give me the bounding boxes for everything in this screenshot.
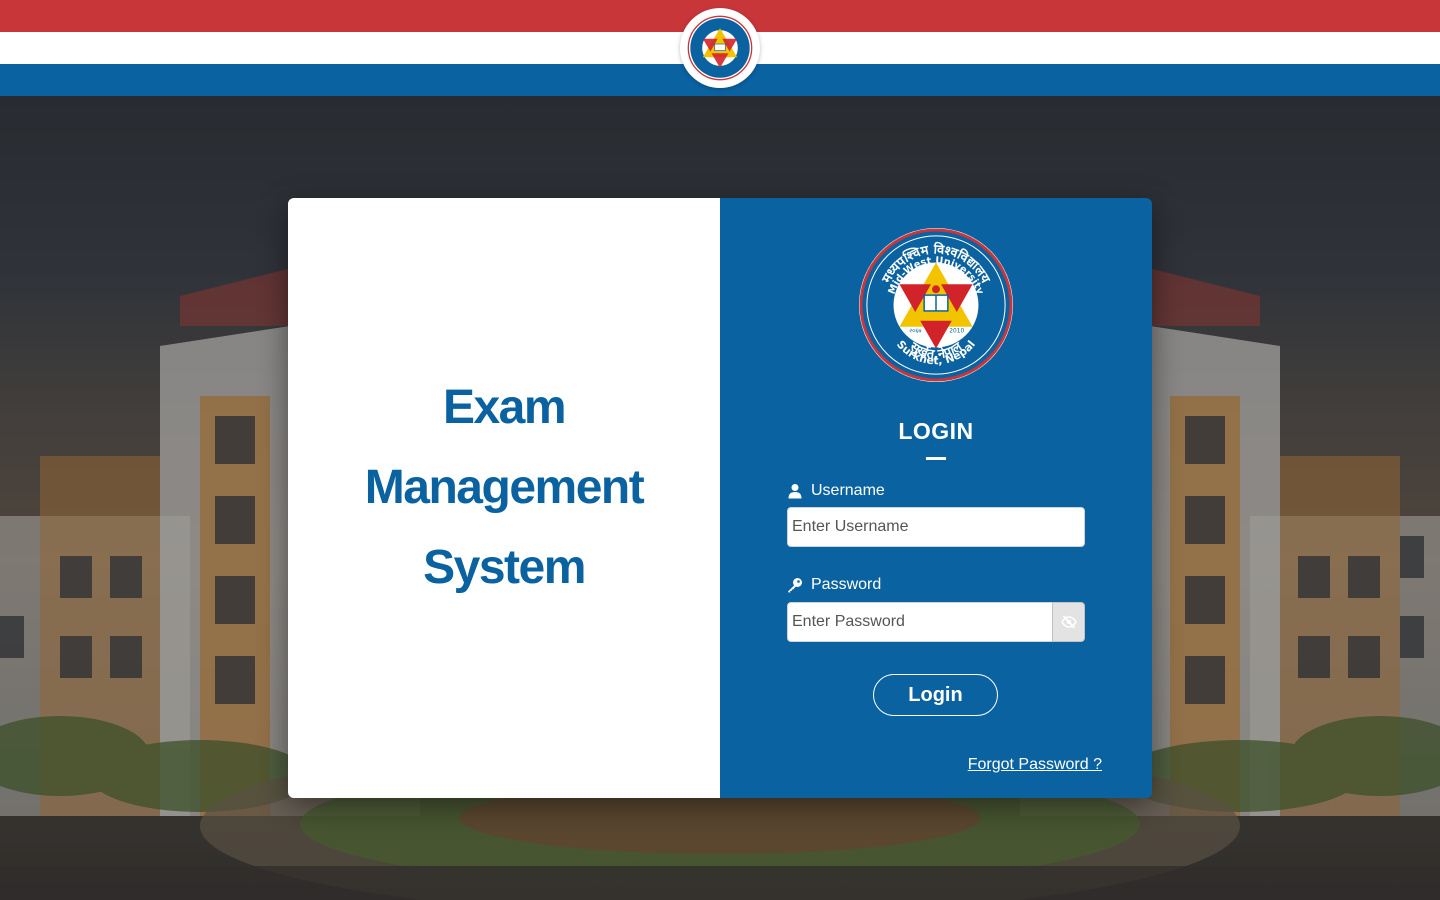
username-label: Username: [787, 482, 885, 500]
app-title-panel: Exam Management System: [288, 198, 720, 798]
app-title-line-3: System: [423, 541, 586, 594]
seal-year: 2010: [949, 329, 964, 335]
username-input[interactable]: [787, 507, 1085, 547]
login-heading: LOGIN: [898, 418, 974, 444]
university-seal-icon: मध्यपश्चिम विश्वविद्यालय Mid-West Univer…: [858, 227, 1014, 383]
login-panel: मध्यपश्चिम विश्वविद्यालय Mid-West Univer…: [720, 198, 1152, 798]
eye-slash-icon: [1060, 615, 1077, 629]
forgot-password-link[interactable]: Forgot Password ?: [968, 756, 1102, 774]
seal-year-nepali: २०६७: [909, 329, 921, 335]
password-input[interactable]: [787, 602, 1053, 642]
login-card: Exam Management System मध्यपश्चिम विश्वव…: [288, 198, 1152, 798]
user-icon: [788, 484, 802, 499]
key-icon: [788, 578, 802, 593]
app-title-line-1: Exam: [442, 381, 567, 434]
username-label-text: Username: [811, 482, 885, 499]
university-seal-icon: [687, 15, 753, 81]
password-label: Password: [787, 576, 881, 594]
login-heading-underline: [926, 457, 946, 460]
app-title-line-2: Management: [364, 461, 645, 514]
header-university-logo: [680, 8, 760, 88]
toggle-password-visibility-button[interactable]: [1052, 602, 1085, 642]
password-label-text: Password: [811, 576, 882, 593]
login-button[interactable]: Login: [873, 674, 998, 716]
